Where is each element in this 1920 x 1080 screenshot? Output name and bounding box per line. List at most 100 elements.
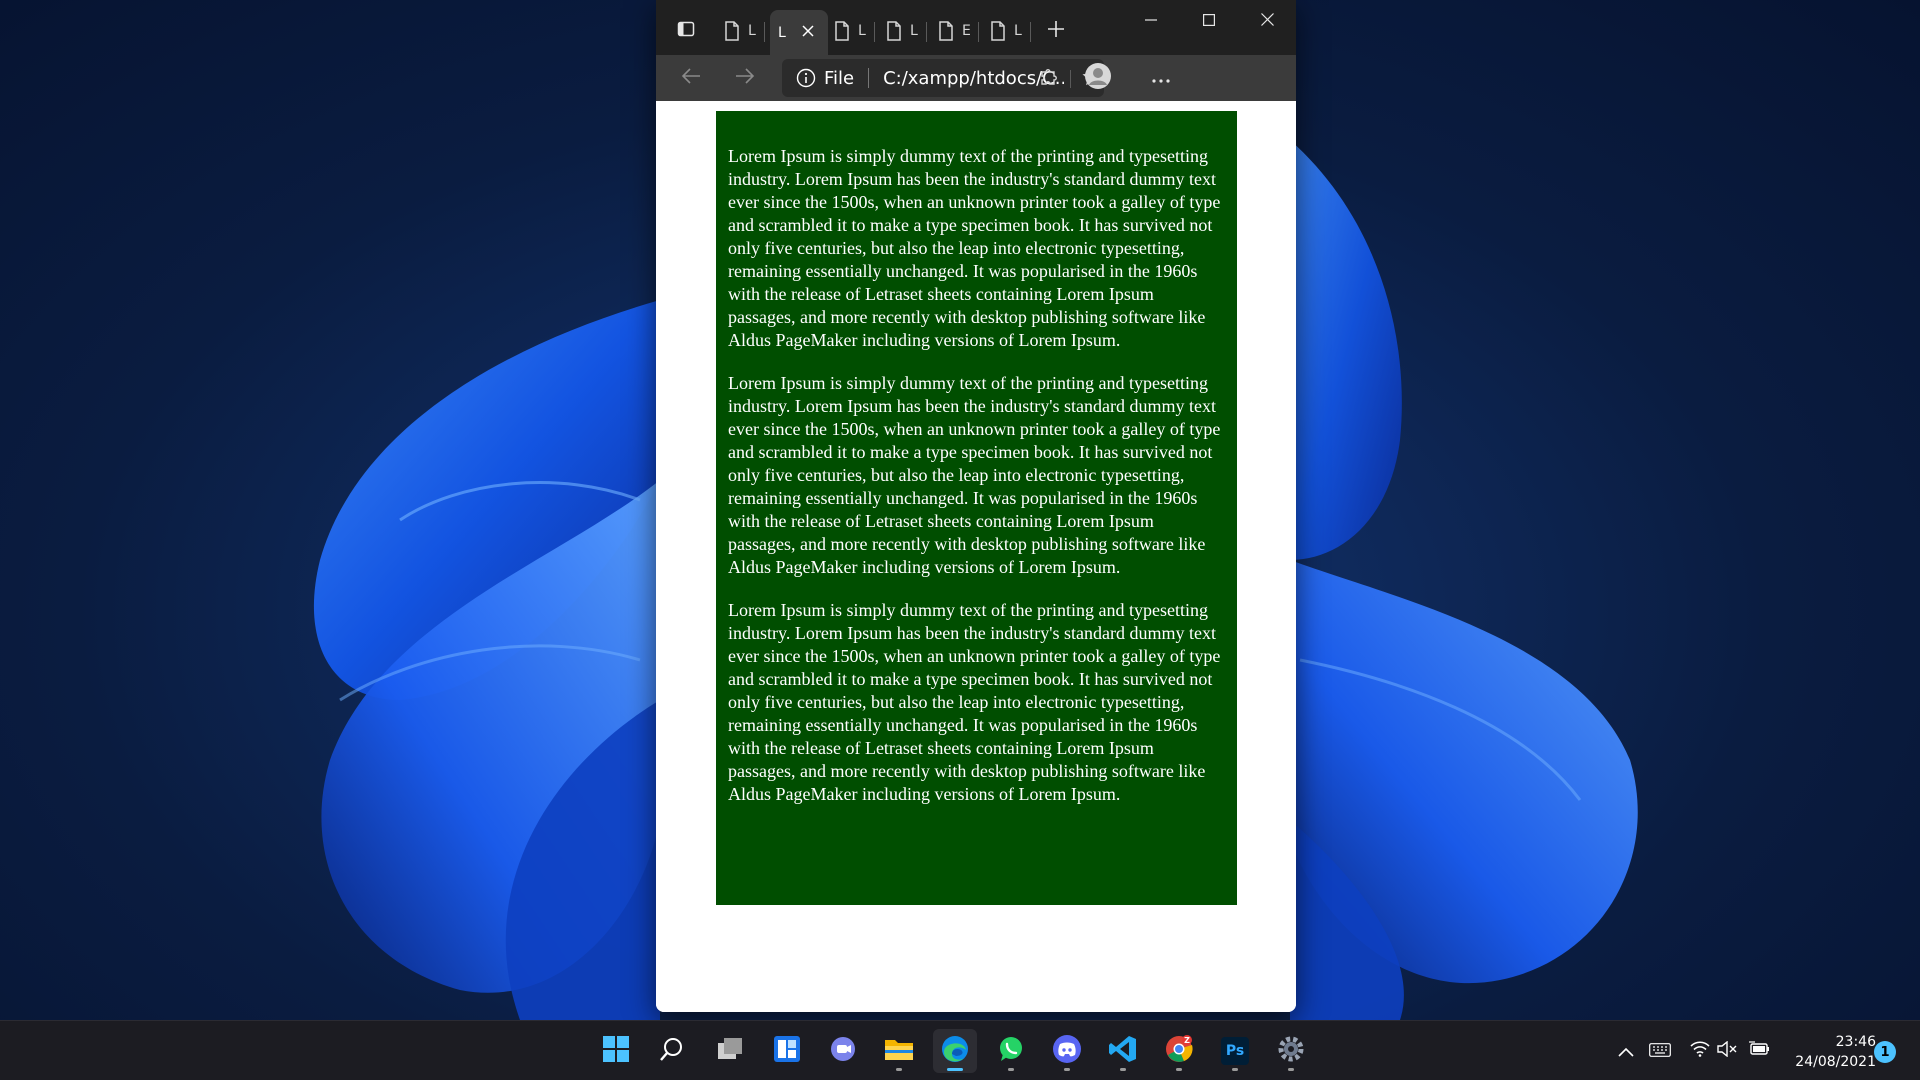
running-indicator <box>1176 1068 1182 1071</box>
tab-strip: L L L L E L <box>656 0 1296 55</box>
chevron-up-icon <box>1618 1042 1634 1061</box>
edge-button[interactable] <box>933 1029 977 1073</box>
tab-5[interactable]: E <box>934 11 972 51</box>
chat-button[interactable] <box>821 1029 865 1073</box>
tab-title: L <box>1014 23 1022 39</box>
touch-keyboard-button[interactable] <box>1648 1039 1672 1063</box>
settings-button[interactable] <box>1269 1029 1313 1073</box>
new-tab-button[interactable] <box>1038 13 1074 49</box>
tab-divider <box>926 22 927 42</box>
file-explorer-icon <box>884 1036 914 1066</box>
show-hidden-icons-button[interactable] <box>1614 1039 1638 1063</box>
discord-button[interactable] <box>1045 1029 1089 1073</box>
tab-title: E <box>962 23 971 39</box>
minimize-button[interactable] <box>1122 0 1180 40</box>
tab-divider <box>1030 22 1031 42</box>
battery-button[interactable] <box>1748 1039 1772 1063</box>
chrome-button[interactable]: Z <box>1157 1029 1201 1073</box>
battery-icon <box>1749 1041 1771 1061</box>
photoshop-icon: Ps <box>1221 1037 1249 1065</box>
address-divider <box>868 68 870 88</box>
start-button[interactable] <box>594 1029 638 1073</box>
task-view-button[interactable] <box>708 1029 752 1073</box>
green-content-box: Lorem Ipsum is simply dummy text of the … <box>716 111 1237 905</box>
whatsapp-button[interactable] <box>989 1029 1033 1073</box>
page-viewport: Lorem Ipsum is simply dummy text of the … <box>656 101 1296 1012</box>
paragraph: Lorem Ipsum is simply dummy text of the … <box>728 600 1221 804</box>
profile-button[interactable] <box>1081 62 1115 94</box>
tab-divider <box>764 22 765 42</box>
desktop-wallpaper: L L L L E L File C:/xampp/htdocs/C... Lo… <box>0 0 1920 1020</box>
tab-title: L <box>778 24 786 41</box>
start-icon <box>602 1035 630 1067</box>
plus-icon <box>1047 20 1065 42</box>
widgets-icon <box>773 1035 801 1067</box>
back-button[interactable] <box>674 62 708 94</box>
arrow-left-icon <box>681 67 701 89</box>
vscode-button[interactable] <box>1101 1029 1145 1073</box>
maximize-icon <box>1203 11 1216 30</box>
search-button[interactable] <box>650 1029 694 1073</box>
search-icon <box>659 1036 685 1066</box>
clock[interactable]: 23:46 24/08/2021 <box>1784 1032 1876 1072</box>
tab-actions-button[interactable] <box>668 13 704 49</box>
running-indicator <box>1064 1068 1070 1071</box>
toolbar-divider <box>1070 70 1071 88</box>
settings-more-button[interactable] <box>1144 62 1178 94</box>
running-indicator <box>1008 1068 1014 1071</box>
vertical-tabs-icon <box>677 20 695 42</box>
close-icon <box>1260 11 1274 30</box>
network-button[interactable] <box>1688 1039 1712 1063</box>
running-indicator <box>1120 1068 1126 1071</box>
tab-close-icon[interactable] <box>802 24 814 41</box>
extensions-button[interactable] <box>1032 62 1066 94</box>
more-icon <box>1152 69 1170 88</box>
wifi-icon <box>1690 1041 1710 1061</box>
teams-chat-icon <box>829 1035 857 1067</box>
arrow-right-icon <box>735 67 755 89</box>
tab-4[interactable]: L <box>882 11 920 51</box>
tab-divider <box>978 22 979 42</box>
tab-title: L <box>748 23 756 39</box>
running-indicator <box>1232 1068 1238 1071</box>
volume-button[interactable] <box>1716 1039 1740 1063</box>
widgets-button[interactable] <box>765 1029 809 1073</box>
running-indicator <box>896 1068 902 1071</box>
browser-toolbar: File C:/xampp/htdocs/C... <box>656 55 1296 101</box>
page-icon <box>882 19 906 43</box>
page-icon <box>934 19 958 43</box>
running-indicator <box>947 1068 963 1071</box>
forward-button[interactable] <box>728 62 762 94</box>
notification-badge[interactable]: 1 <box>1874 1041 1896 1063</box>
page-icon <box>720 19 744 43</box>
chrome-icon: Z <box>1164 1034 1194 1068</box>
task-view-icon <box>716 1036 744 1066</box>
maximize-button[interactable] <box>1180 0 1238 40</box>
browser-window: L L L L E L File C:/xampp/htdocs/C... Lo… <box>656 0 1296 1012</box>
settings-icon <box>1276 1034 1306 1068</box>
tab-divider <box>874 22 875 42</box>
info-icon[interactable] <box>796 68 816 88</box>
tab-title: L <box>910 23 918 39</box>
vscode-icon <box>1108 1034 1138 1068</box>
tab-active[interactable]: L <box>770 10 828 55</box>
minimize-icon <box>1145 11 1157 30</box>
tab-1[interactable]: L <box>720 11 758 51</box>
photoshop-button[interactable]: Ps <box>1213 1029 1257 1073</box>
clock-date: 24/08/2021 <box>1795 1054 1876 1070</box>
whatsapp-icon <box>997 1035 1025 1067</box>
running-indicator <box>1288 1068 1294 1071</box>
tab-6[interactable]: L <box>986 11 1024 51</box>
svg-text:Z: Z <box>1184 1036 1190 1045</box>
edge-icon <box>940 1034 970 1068</box>
volume-muted-icon <box>1717 1040 1739 1061</box>
page-icon <box>986 19 1010 43</box>
file-explorer-button[interactable] <box>877 1029 921 1073</box>
close-button[interactable] <box>1238 0 1296 40</box>
tab-3[interactable]: L <box>830 11 868 51</box>
taskbar: Z Ps 23:46 24/08/2021 1 <box>0 1020 1920 1080</box>
paragraph: Lorem Ipsum is simply dummy text of the … <box>728 373 1221 577</box>
tab-title: L <box>858 23 866 39</box>
keyboard-icon <box>1649 1042 1671 1061</box>
discord-icon <box>1052 1034 1082 1068</box>
